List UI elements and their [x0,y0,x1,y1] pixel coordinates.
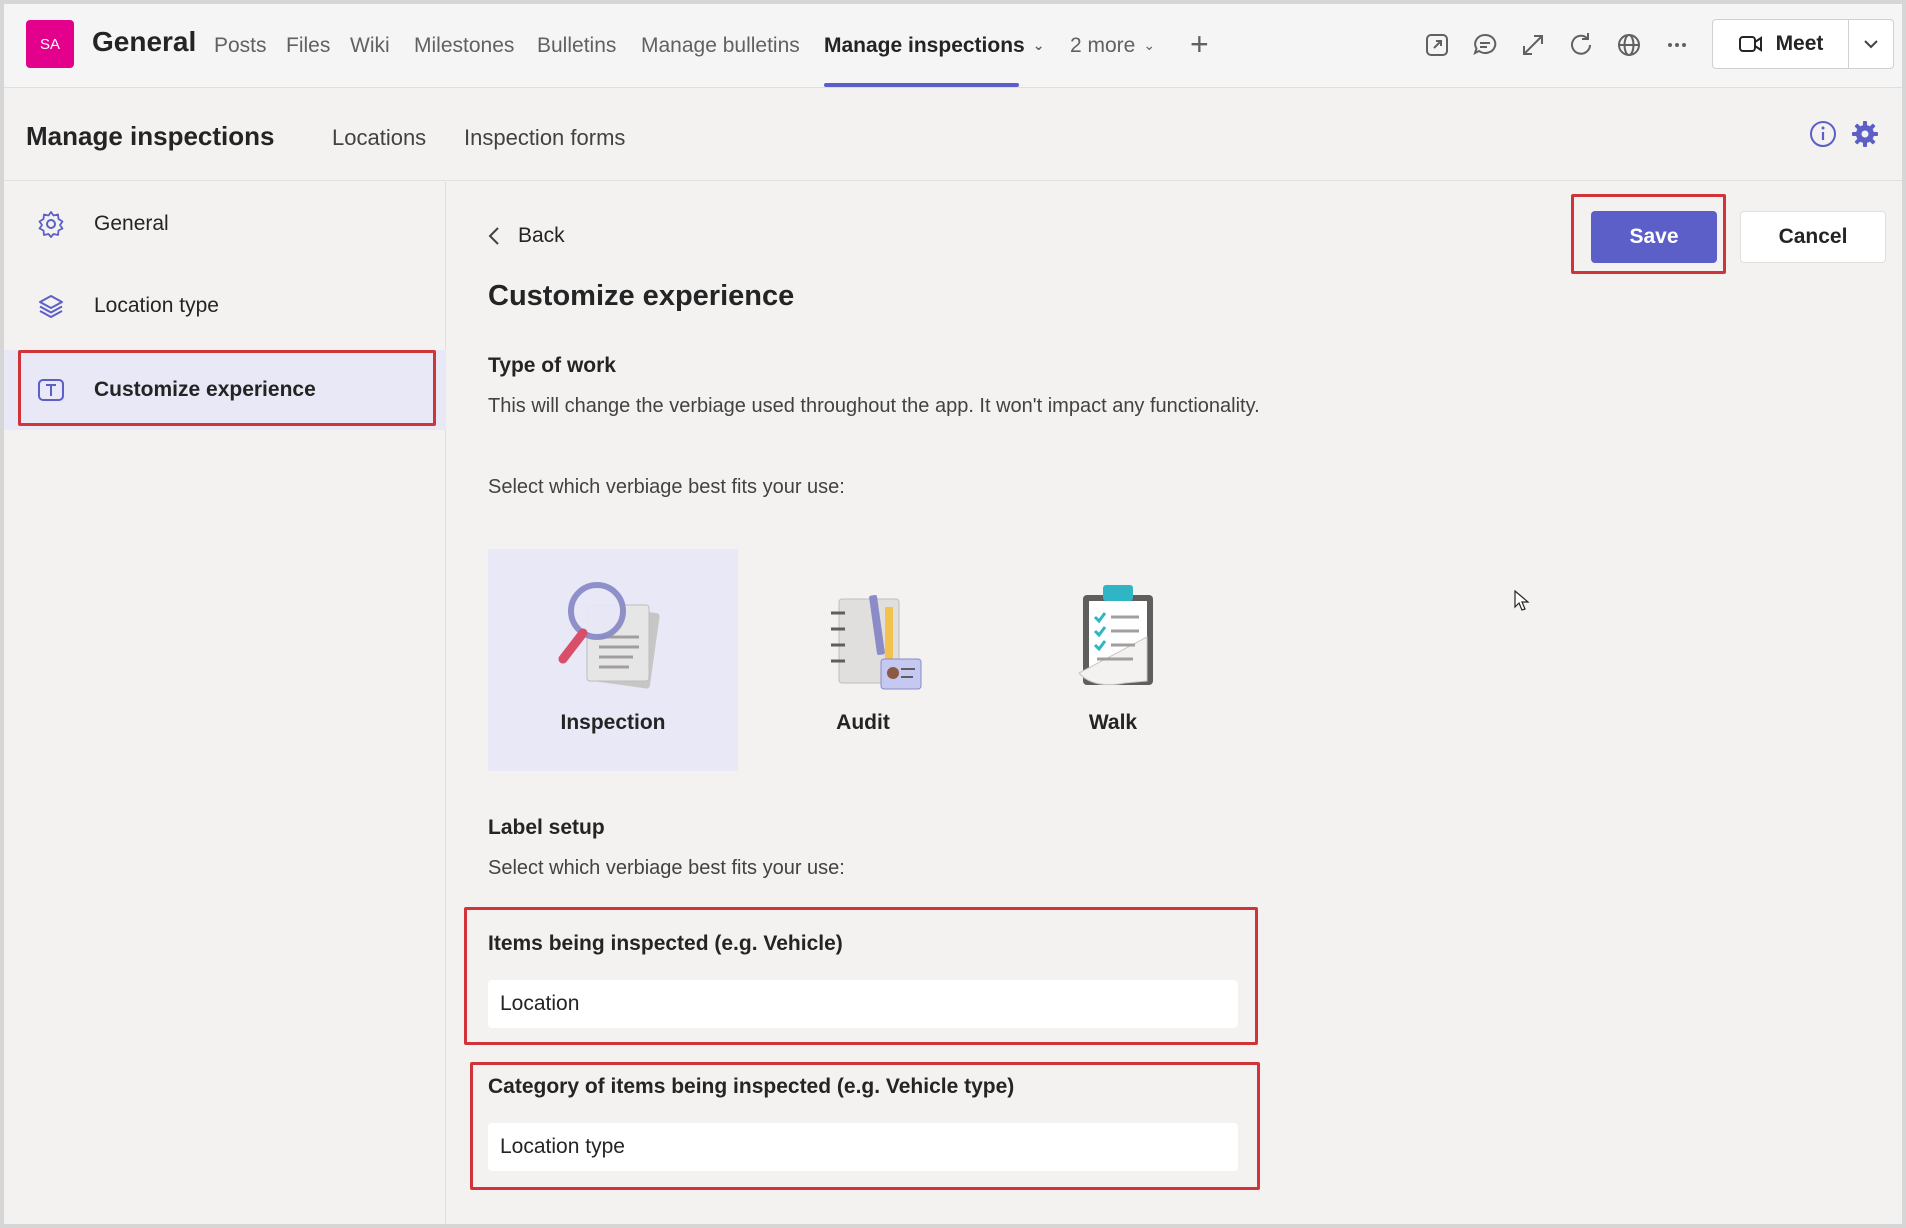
tab-manage-inspections-label: Manage inspections [824,34,1025,57]
info-icon[interactable] [1808,119,1838,149]
channel-title: General [92,26,197,57]
add-tab-button[interactable]: + [1190,26,1209,63]
text-box-icon [38,379,64,401]
sidebar-item-location-type[interactable]: Location type [4,268,446,344]
globe-icon[interactable] [1614,30,1644,60]
tab-more-label: 2 more [1070,34,1136,57]
items-field-label: Items being inspected (e.g. Vehicle) [488,932,843,955]
option-label: Walk [1088,711,1138,734]
type-of-work-description: This will change the verbiage used throu… [488,395,1260,417]
label-setup-heading: Label setup [488,816,605,839]
video-camera-icon [1738,36,1762,52]
items-inspected-input[interactable] [488,980,1238,1028]
option-card-walk[interactable]: Walk [988,549,1238,771]
tab-milestones[interactable]: Milestones [414,34,514,58]
tab-files[interactable]: Files [286,34,330,58]
option-label: Audit [836,711,890,734]
tab-wiki[interactable]: Wiki [350,34,390,58]
tab-locations[interactable]: Locations [332,125,426,151]
meet-button-group: Meet [1712,19,1894,69]
sidebar-item-general[interactable]: General [4,186,446,262]
type-of-work-heading: Type of work [488,354,616,377]
tab-manage-inspections[interactable]: Manage inspections ⌄ [824,34,1044,58]
chevron-down-icon[interactable]: ⌄ [1033,37,1045,54]
team-avatar[interactable]: SA [26,20,74,68]
meet-dropdown-button[interactable] [1849,20,1893,68]
magnifier-document-icon [558,582,660,689]
category-inspected-input[interactable] [488,1123,1238,1171]
app-header: SA General Posts Files Wiki Milestones B… [4,4,1902,88]
audit-notebook-icon [831,594,922,690]
teams-window: SA General Posts Files Wiki Milestones B… [4,4,1902,1224]
category-field-label: Category of items being inspected (e.g. … [488,1075,1015,1098]
back-link[interactable]: Back [488,224,565,248]
app-subheader: Manage inspections Locations Inspection … [4,89,1902,181]
mouse-cursor-icon [1514,590,1530,611]
sidebar-item-customize-experience[interactable]: Customize experience [4,350,446,430]
settings-gear-icon[interactable] [1850,119,1880,149]
active-tab-indicator [824,83,1019,87]
chat-icon[interactable] [1470,30,1500,60]
gear-icon [38,211,64,238]
page-app-title: Manage inspections [26,121,275,151]
meet-label: Meet [1775,32,1824,55]
page-title: Customize experience [488,280,795,312]
chevron-down-icon [1864,40,1878,49]
tab-posts[interactable]: Posts [214,34,267,58]
cancel-button[interactable]: Cancel [1740,211,1886,263]
tab-bulletins[interactable]: Bulletins [537,34,616,58]
expand-icon[interactable] [1518,30,1548,60]
option-label: Inspection [560,711,666,734]
back-label: Back [518,224,565,247]
popout-icon[interactable] [1422,30,1452,60]
option-card-audit[interactable]: Audit [738,549,988,771]
clipboard-checklist-icon [1078,585,1153,686]
chevron-left-icon [488,227,499,245]
tab-more[interactable]: 2 more ⌄ [1070,34,1155,58]
tab-manage-bulletins[interactable]: Manage bulletins [641,34,800,58]
sidebar-item-label: Customize experience [94,378,316,401]
more-options-icon[interactable] [1662,30,1692,60]
settings-sidebar: General Location type Customize experien… [4,182,446,1224]
type-of-work-prompt: Select which verbiage best fits your use… [488,476,845,498]
sidebar-item-label: Location type [94,294,219,317]
layers-icon [39,295,63,318]
tab-inspection-forms[interactable]: Inspection forms [464,125,625,151]
chevron-down-icon: ⌄ [1143,37,1156,53]
option-card-inspection[interactable]: Inspection [488,549,738,771]
refresh-icon[interactable] [1566,30,1596,60]
meet-button[interactable]: Meet [1713,20,1849,68]
label-setup-prompt: Select which verbiage best fits your use… [488,857,845,879]
sidebar-item-label: General [94,212,169,235]
save-button[interactable]: Save [1591,211,1717,263]
